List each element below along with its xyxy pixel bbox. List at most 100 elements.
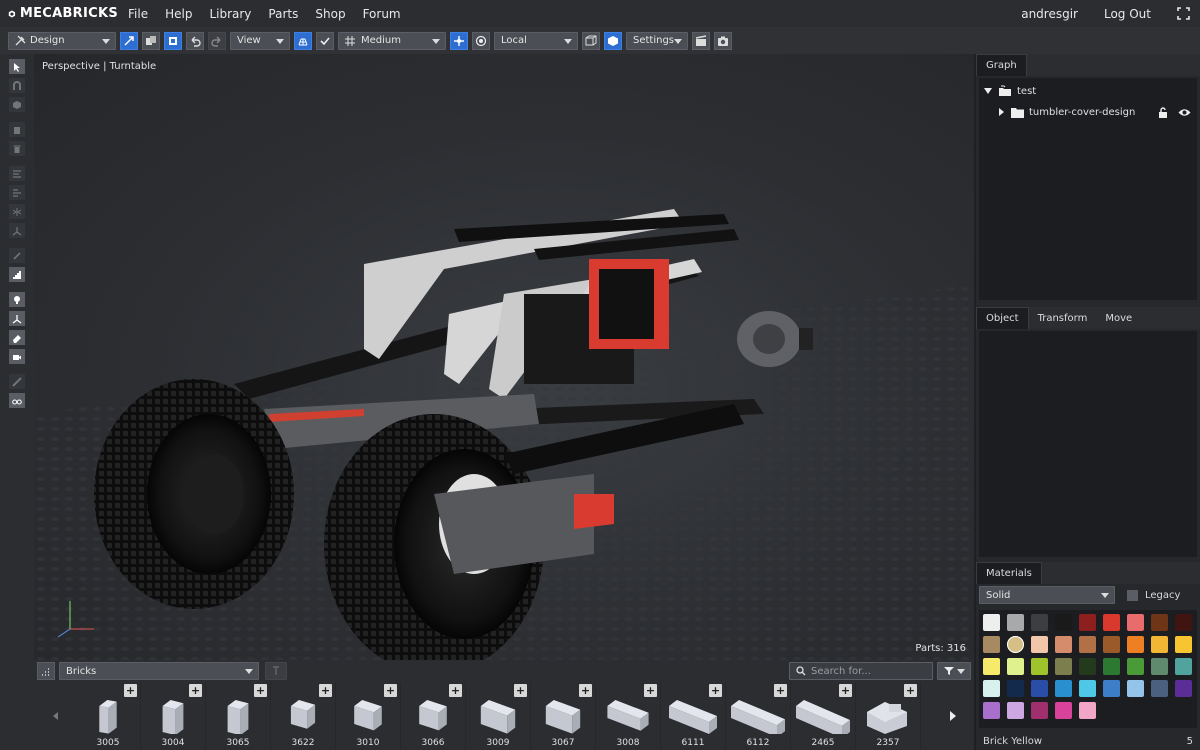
fullscreen-icon[interactable]: [1177, 7, 1190, 20]
color-swatch[interactable]: [1151, 636, 1168, 653]
color-swatch[interactable]: [1151, 658, 1168, 675]
brick-item[interactable]: +2357: [856, 682, 921, 750]
app-logo[interactable]: MECABRICKS: [8, 5, 118, 23]
brick-item[interactable]: +6112: [726, 682, 791, 750]
tab-object[interactable]: Object: [976, 307, 1029, 329]
delete-tool[interactable]: [9, 141, 25, 156]
gizmo-tool[interactable]: [9, 311, 25, 326]
brick-item[interactable]: +3066: [401, 682, 466, 750]
color-swatch[interactable]: [1007, 636, 1024, 653]
subcategory-button[interactable]: [265, 662, 287, 680]
color-swatch[interactable]: [1175, 658, 1192, 675]
add-brick-button[interactable]: +: [514, 684, 527, 697]
add-brick-button[interactable]: +: [254, 684, 267, 697]
measure-tool[interactable]: [9, 374, 25, 389]
tree-item-root[interactable]: test: [979, 81, 1197, 101]
redo-button[interactable]: [208, 31, 226, 50]
color-swatch[interactable]: [1079, 614, 1096, 631]
hinge-tool[interactable]: [9, 97, 25, 112]
grid-view-button[interactable]: [37, 662, 55, 680]
scroll-right-button[interactable]: [932, 682, 974, 750]
color-swatch[interactable]: [1055, 658, 1072, 675]
color-swatch[interactable]: [1031, 702, 1048, 719]
link-tool[interactable]: [9, 248, 25, 263]
select-tool[interactable]: [9, 59, 25, 74]
brick-item[interactable]: +3010: [336, 682, 401, 750]
solid-view-button[interactable]: [604, 31, 622, 50]
menu-forum[interactable]: Forum: [363, 7, 401, 21]
anaglyph-tool[interactable]: [9, 393, 25, 408]
color-swatch[interactable]: [1103, 680, 1120, 697]
color-swatch[interactable]: [1007, 702, 1024, 719]
color-swatch[interactable]: [1079, 636, 1096, 653]
brick-item[interactable]: +3009: [466, 682, 531, 750]
username-link[interactable]: andresgir: [1021, 7, 1078, 21]
logout-link[interactable]: Log Out: [1104, 7, 1151, 21]
tab-move[interactable]: Move: [1096, 307, 1141, 329]
brick-item[interactable]: +3005: [76, 682, 141, 750]
copy-button[interactable]: [142, 31, 160, 50]
render-button[interactable]: [692, 31, 710, 50]
color-swatch[interactable]: [1031, 680, 1048, 697]
color-swatch[interactable]: [1031, 658, 1048, 675]
color-swatch[interactable]: [983, 680, 1000, 697]
add-brick-button[interactable]: +: [384, 684, 397, 697]
category-select[interactable]: Bricks: [59, 662, 259, 680]
color-swatch[interactable]: [1151, 614, 1168, 631]
undo-button[interactable]: [186, 31, 204, 50]
distribute-tool[interactable]: [9, 185, 25, 200]
add-brick-button[interactable]: +: [579, 684, 592, 697]
mirror-tool[interactable]: [9, 204, 25, 219]
add-brick-button[interactable]: +: [644, 684, 657, 697]
menu-help[interactable]: Help: [165, 7, 192, 21]
color-swatch[interactable]: [1175, 680, 1192, 697]
color-swatch[interactable]: [1127, 680, 1144, 697]
color-swatch[interactable]: [1055, 636, 1072, 653]
filter-button[interactable]: [937, 662, 971, 680]
color-swatch[interactable]: [1055, 680, 1072, 697]
brick-item[interactable]: +2465: [791, 682, 856, 750]
pivot-button[interactable]: [472, 31, 490, 50]
color-swatch[interactable]: [983, 614, 1000, 631]
camera-tool[interactable]: [9, 349, 25, 364]
color-swatch[interactable]: [1079, 680, 1096, 697]
color-swatch[interactable]: [1031, 614, 1048, 631]
align-tool[interactable]: [9, 166, 25, 181]
color-swatch[interactable]: [983, 702, 1000, 719]
color-swatch[interactable]: [1127, 614, 1144, 631]
grid-toggle-button[interactable]: [294, 31, 312, 50]
magnet-tool[interactable]: [9, 78, 25, 93]
add-brick-button[interactable]: +: [124, 684, 137, 697]
duplicate-button[interactable]: [164, 31, 182, 50]
tab-graph[interactable]: Graph: [976, 54, 1027, 76]
material-type-select[interactable]: Solid: [979, 586, 1115, 604]
view-select[interactable]: View: [230, 31, 290, 50]
color-swatch[interactable]: [1007, 614, 1024, 631]
color-swatch[interactable]: [1103, 658, 1120, 675]
axis-tool[interactable]: [9, 223, 25, 238]
screenshot-button[interactable]: [714, 31, 732, 50]
add-brick-button[interactable]: +: [319, 684, 332, 697]
legacy-checkbox[interactable]: [1127, 589, 1138, 601]
color-swatch[interactable]: [1007, 658, 1024, 675]
unlock-icon[interactable]: [1158, 106, 1168, 118]
brick-item[interactable]: +3004: [141, 682, 206, 750]
paint-tool[interactable]: [9, 330, 25, 345]
color-swatch[interactable]: [983, 636, 1000, 653]
tab-transform[interactable]: Transform: [1029, 307, 1097, 329]
select-move-button[interactable]: [120, 31, 138, 50]
space-select[interactable]: Local: [494, 31, 578, 50]
snap-check-button[interactable]: [316, 31, 334, 50]
color-swatch[interactable]: [1127, 658, 1144, 675]
add-brick-button[interactable]: +: [904, 684, 917, 697]
caret-right-icon[interactable]: [999, 108, 1004, 116]
color-swatch[interactable]: [983, 658, 1000, 675]
3d-viewport[interactable]: Perspective | Turntable Parts: 316: [34, 54, 974, 660]
menu-file[interactable]: File: [128, 7, 148, 21]
add-brick-button[interactable]: +: [839, 684, 852, 697]
brick-item[interactable]: +6111: [661, 682, 726, 750]
light-tool[interactable]: [9, 292, 25, 307]
brick-item[interactable]: +3065: [206, 682, 271, 750]
stairs-tool[interactable]: [9, 267, 25, 282]
add-brick-button[interactable]: +: [774, 684, 787, 697]
